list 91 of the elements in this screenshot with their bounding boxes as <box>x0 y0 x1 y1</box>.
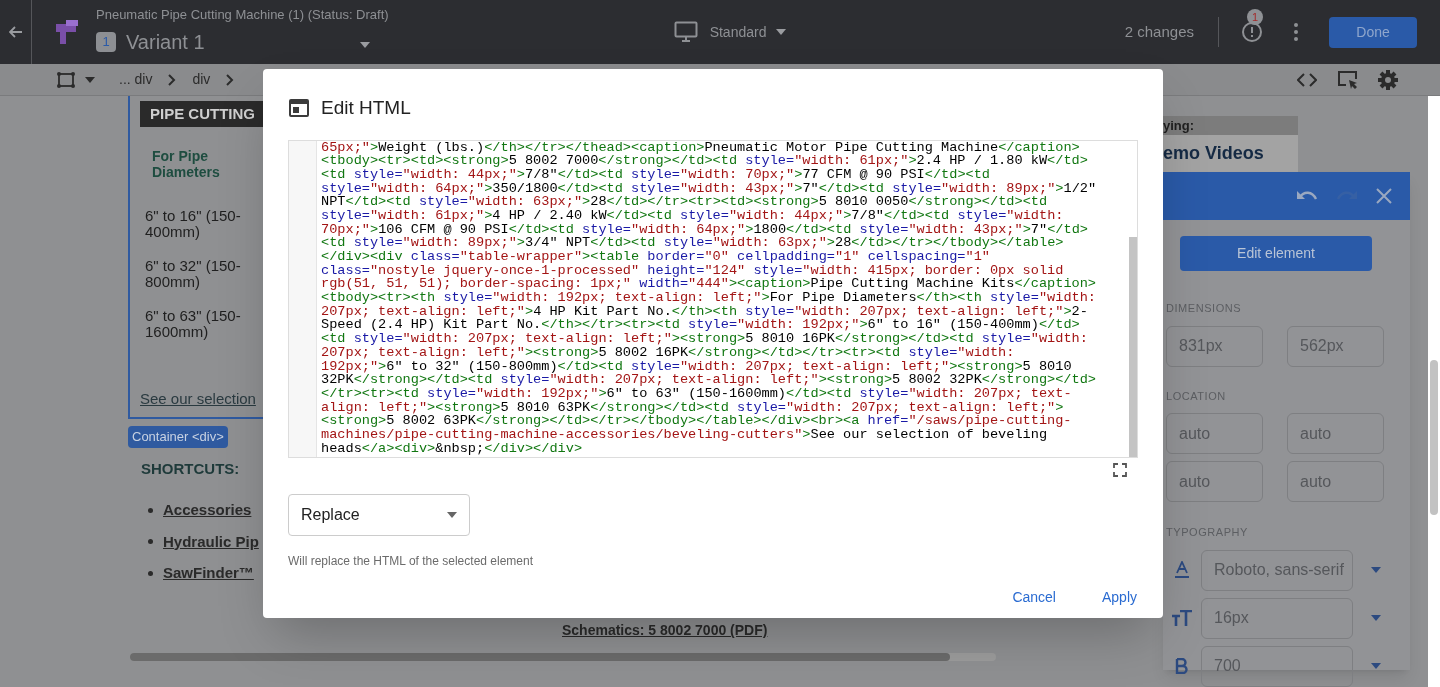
helper-text: Will replace the HTML of the selected element <box>288 553 533 570</box>
dropdown-field[interactable]: Roboto, sans-serif <box>1201 549 1353 591</box>
code-line: 65px;">Weight (lbs.)</th></tr></thead><caption>Pneumatic Motor Pipe Cutting Machine</caption> <box>321 140 1081 155</box>
dialog-button[interactable]: Cancel <box>1004 585 1064 609</box>
code-line: <td style="width: 207px; text-align: left;"><strong>5 8010 16PK</strong></td><td style="width: <box>321 332 1089 346</box>
code-line: heads</a><div>&nbsp;</div></div> <box>321 441 583 456</box>
input-field[interactable]: 562px <box>1287 325 1384 367</box>
table-cell-text: 6" to 32" (150-800mm) <box>145 258 242 290</box>
desktop-icon <box>673 21 698 43</box>
code-line: align: left;"><strong>5 8010 63PK</strong></td><td style="width: 207px; text-align: left;"> <box>321 400 1064 415</box>
code-line: <tbody><tr><th style="width: 192px; text-align: left;">For Pipe Diameters</th><th style="width: <box>321 291 1097 305</box>
code-line: 192px;">6" to 32" (150-800mm)</td><td style="width: 207px; text-align: left;"><strong>5 8010 <box>321 359 1072 374</box>
page-subtitle: Pneumatic Pipe Cutting Machine (1) (Status: Draft) <box>96 7 389 23</box>
column-heading: For Pipe Diameters <box>152 148 221 180</box>
done-button[interactable]: Done <box>1329 16 1417 48</box>
variant-number-badge: 1 <box>96 32 116 52</box>
banner-heading: ying: <box>1163 116 1298 135</box>
alert-icon[interactable] <box>1241 21 1263 43</box>
variant-dropdown[interactable] <box>359 42 370 48</box>
input-field[interactable]: auto <box>1287 461 1384 502</box>
select-element-icon[interactable] <box>1337 69 1359 90</box>
code-line: </div><div class="table-wrapper"><table border="0" cellpadding="1" cellspacing="1" <box>321 250 991 264</box>
code-line: Speed (2.4 HP) Kit Part No.</th></tr><tr><td style="width: 192px;">6" to 16" (150-400mm)</td> <box>321 318 1081 333</box>
code-line: </tr><tr><td style="width: 192px;">6" to 63" (150-1600mm)</td><td style="width: 207px; text- <box>321 386 1072 401</box>
mode-dropdown[interactable]: Replace <box>288 494 470 536</box>
horizontal-scrollbar[interactable] <box>130 653 996 661</box>
caret-icon <box>1371 567 1381 573</box>
caret-icon <box>85 76 95 83</box>
table-cell-text: 6" to 16" (150-400mm) <box>145 208 242 240</box>
code-line: NPT</td><td style="width: 63px;">28</td></tr><tr><td><strong>5 8010 0050</strong></td><td <box>321 195 1048 209</box>
breadcrumb-item[interactable]: ... div <box>119 69 153 90</box>
caret-icon <box>1371 663 1381 669</box>
code-line: 70px;">106 CFM @ 90 PSI</td><td style="width: 64px;">1800</td><td style="width: 43px;">7"</td> <box>321 222 1089 237</box>
bold-icon <box>1175 658 1189 674</box>
code-line: machines/pipe-cutting-machine-accessories/beveling-cutters">See our selection of beveling <box>321 427 1048 442</box>
back-arrow-icon <box>8 26 23 38</box>
code-line: style="width: 64px;">350/1800</td><td style="width: 43px;">7"</td><td style="width: 89px;">1/2" <box>321 181 1097 196</box>
input-field[interactable]: 831px <box>1166 325 1263 367</box>
schematics-link[interactable]: Schematics: 5 8002 7000 (PDF) <box>562 620 768 641</box>
select-frame-button[interactable] <box>57 71 95 88</box>
variant-name: Variant 1 <box>126 30 205 55</box>
dialog-title: Edit HTML <box>321 96 411 120</box>
dropdown-field[interactable]: 16px <box>1201 597 1353 639</box>
code-line: 207px; text-align: left;">4 HP Kit Part No.</th><th style="width: 207px; text-align: left;">2- <box>321 304 1089 319</box>
caret-icon <box>447 512 457 518</box>
shortcut-link[interactable]: Hydraulic Pip <box>163 530 259 553</box>
dropdown-field[interactable]: 700 <box>1201 645 1353 687</box>
edit-element-button[interactable]: Edit element <box>1180 236 1372 271</box>
dialog-button[interactable]: Apply <box>1093 585 1145 609</box>
bullet-icon <box>148 570 153 576</box>
code-line: 207px; text-align: left;"><strong>5 8002 16PK</strong></td></tr><tr><td style="width: <box>321 345 1015 360</box>
font-color-icon <box>1175 561 1189 579</box>
text-size-icon <box>1172 610 1192 626</box>
code-line: <strong>5 8002 63PK</strong></td></tr></tbody></table></div><br><a href="/saws/pipe-cutting- <box>321 414 1073 428</box>
code-line: <td style="width: 89px;">3/4" NPT</td><td style="width: 63px;">28</td></tr></tbody></table> <box>321 236 1065 250</box>
caret-icon <box>359 42 370 48</box>
bullet-icon <box>148 507 153 513</box>
code-view-icon[interactable] <box>1297 72 1317 87</box>
caret-icon <box>1371 615 1381 621</box>
device-dropdown[interactable]: Standard <box>709 21 787 43</box>
code-line: 32PK</strong></td><td style="width: 207px; text-align: left;"><strong>5 8002 32PK</strong></td> <box>321 373 1097 387</box>
code-line: class="nostyle jquery-once-1-processed" height="124" style="width: 415px; border: 0px solid <box>321 263 1065 278</box>
close-button[interactable] <box>1376 188 1392 204</box>
page-scrollbar[interactable] <box>1428 96 1440 687</box>
banner-title: emo Videos <box>1163 142 1265 165</box>
shortcuts-heading: SHORTCUTS: <box>141 459 240 479</box>
more-options-icon[interactable] <box>1293 23 1299 41</box>
changes-count: 2 changes <box>1124 21 1194 42</box>
bullet-icon <box>148 539 153 545</box>
input-field[interactable]: auto <box>1166 461 1263 502</box>
code-editor[interactable] <box>288 139 1138 458</box>
code-line: rgb(51, 51, 51); border-spacing: 1px;" width="444"><caption>Pipe Cutting Machine Kits</caption> <box>321 277 1097 292</box>
shortcut-link[interactable]: Accessories <box>163 499 252 522</box>
table-cell-text: 6" to 63" (150-1600mm) <box>145 308 242 340</box>
scrollbar-thumb[interactable] <box>1129 236 1137 457</box>
input-field[interactable]: auto <box>1166 413 1263 454</box>
breadcrumb-item[interactable]: div <box>192 69 211 90</box>
input-field[interactable]: auto <box>1287 413 1384 454</box>
selection-label: Container <div> <box>128 426 228 448</box>
code-line: <tbody><tr><td><strong>5 8002 7000</strong></td><td style="width: 61px;">2.4 HP / 1.80 kW</td> <box>321 154 1089 168</box>
code-line: style="width: 61px;">4 HP / 2.40 kW</td><td style="width: 44px;">7/8"</td><td style="width: <box>321 208 1065 223</box>
notification-badge: 1 <box>1247 9 1263 25</box>
code-line: <td style="width: 44px;">7/8"</td><td style="width: 70px;">77 CFM @ 90 PSI</td><td <box>321 167 992 182</box>
html-window-icon <box>289 99 309 118</box>
settings-icon[interactable] <box>1377 68 1399 91</box>
shortcut-link[interactable]: SawFinder™ <box>163 562 254 585</box>
chevron-icon <box>226 73 235 86</box>
caret-icon <box>776 29 787 35</box>
fullscreen-icon[interactable] <box>1113 463 1127 477</box>
frame-icon <box>57 71 75 88</box>
chevron-icon <box>168 73 177 86</box>
